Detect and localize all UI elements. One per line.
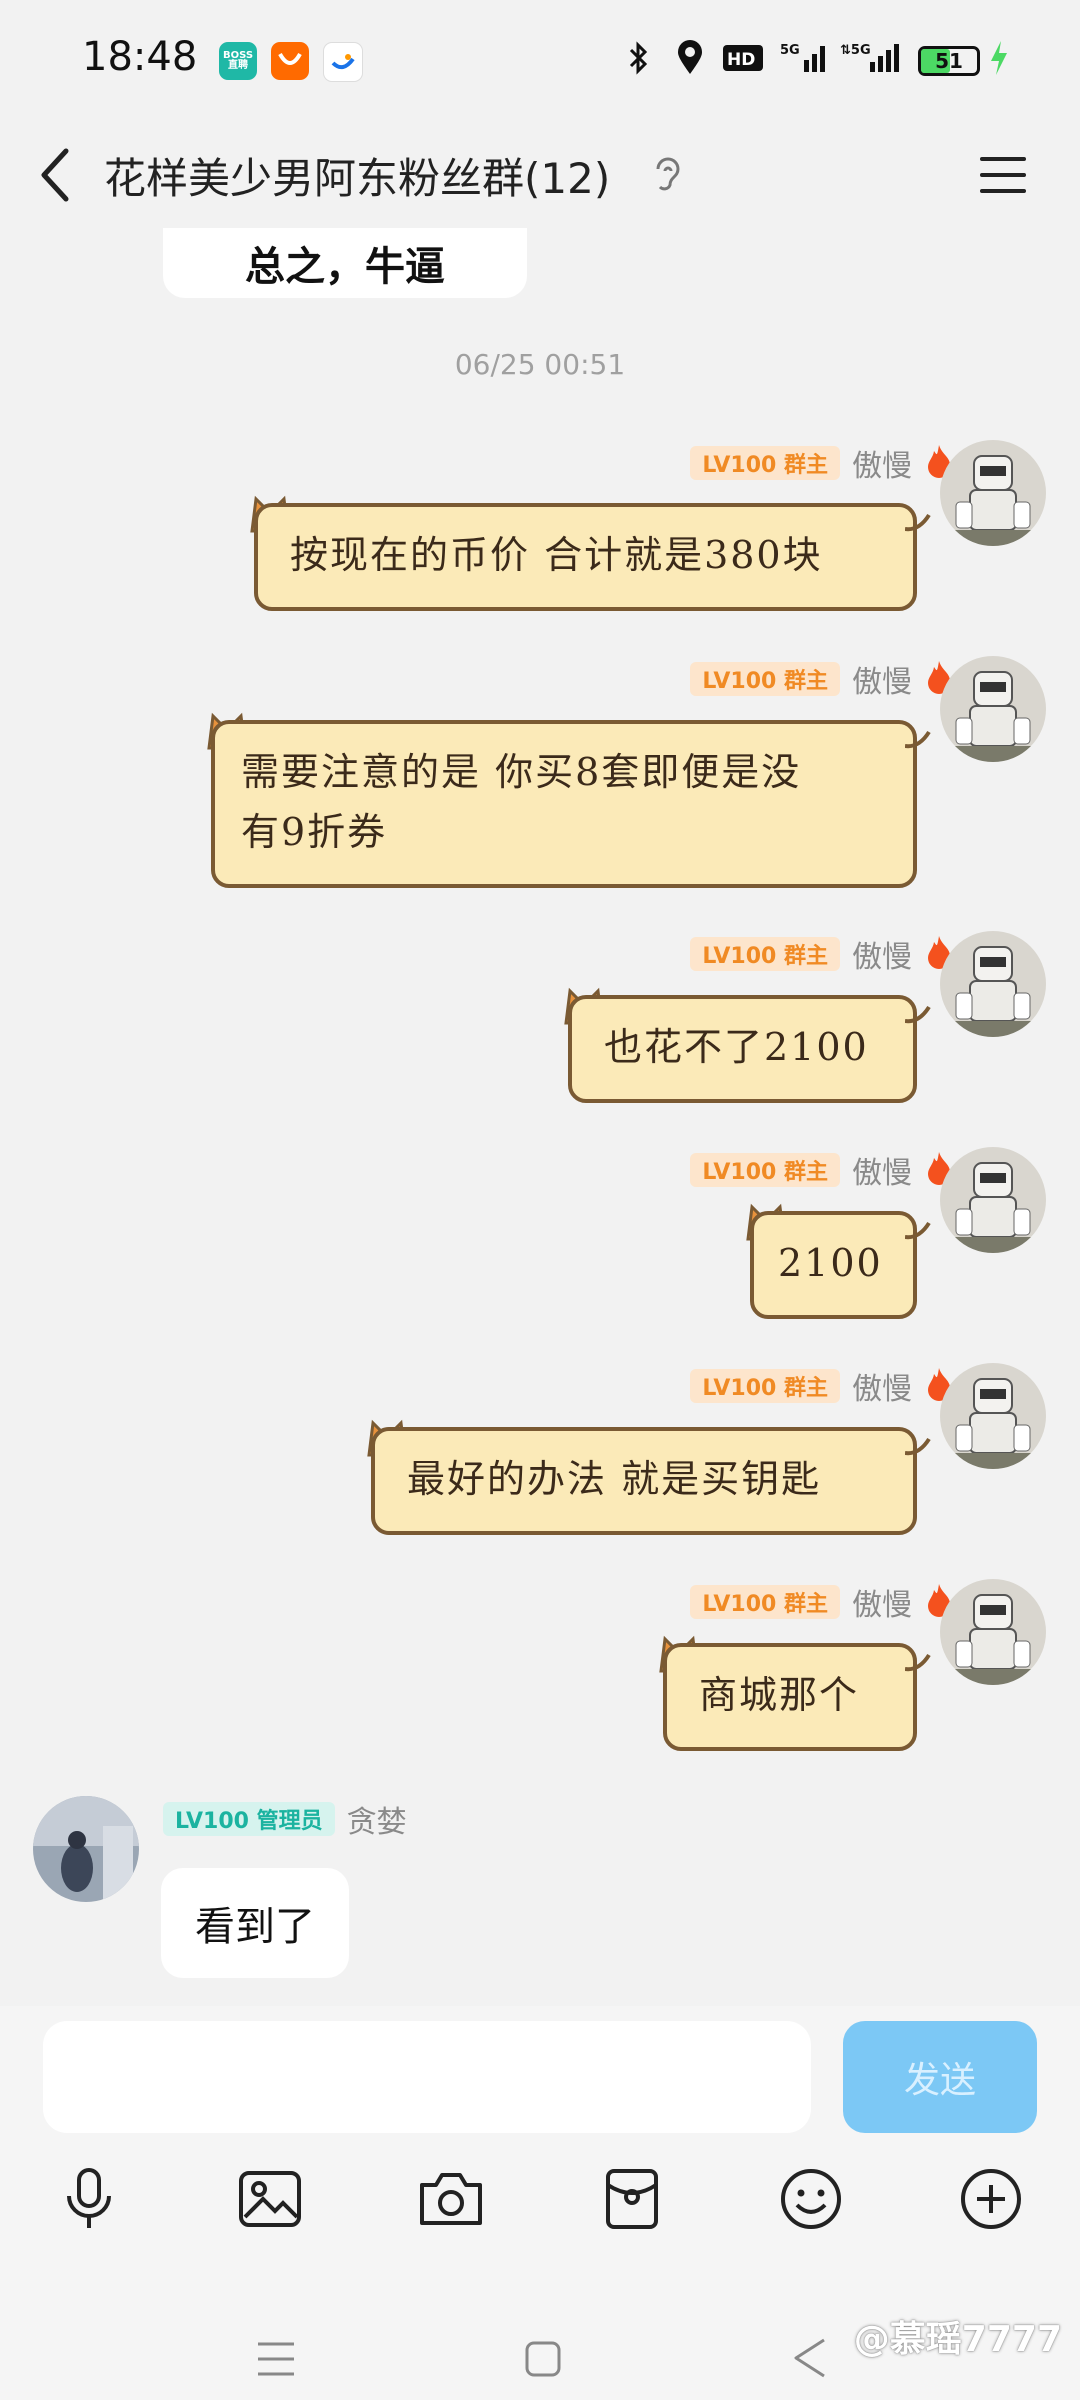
sticker-line: 也花不了2100 (604, 1025, 869, 1069)
sticker-bubble[interactable]: 也花不了2100 (564, 987, 931, 1103)
app-icon (323, 42, 363, 82)
sticker-text: 最好的办法 就是买钥匙 (371, 1427, 917, 1535)
avatar[interactable] (33, 1796, 139, 1902)
message-meta: LV100 群主 傲慢 (690, 657, 954, 701)
back-button[interactable] (30, 145, 84, 205)
plus-icon[interactable] (955, 2163, 1027, 2235)
sender-name[interactable]: 傲慢 (852, 1580, 912, 1624)
red-packet-icon[interactable] (596, 2163, 668, 2235)
signal-5g-2-icon: ⇅5G (840, 38, 900, 78)
cat-tail-decoration (904, 728, 931, 750)
sender-name[interactable]: 贪婪 (347, 1797, 407, 1841)
charging-icon (988, 38, 1010, 78)
svg-text:HD: HD (727, 50, 755, 70)
message-meta: LV100 群主 傲慢 (690, 441, 954, 485)
image-icon[interactable] (234, 2163, 306, 2235)
battery-icon: 51 (918, 46, 980, 76)
level-badge: LV100 管理员 (163, 1802, 335, 1836)
home-icon[interactable] (524, 2340, 562, 2382)
ear-mode-icon[interactable] (648, 151, 688, 201)
menu-button[interactable] (976, 151, 1030, 199)
sticker-line: 最好的办法 就是买钥匙 (407, 1457, 822, 1501)
avatar[interactable] (940, 1147, 1046, 1253)
sender-name[interactable]: 傲慢 (852, 1364, 912, 1408)
hd-icon: HD (722, 38, 764, 78)
message-bubble[interactable]: 看到了 (161, 1868, 349, 1978)
chat-title[interactable]: 花样美少男阿东粉丝群(12) (104, 145, 610, 206)
level-badge: LV100 群主 (690, 662, 840, 696)
sender-name[interactable]: 傲慢 (852, 932, 912, 976)
sticker-bubble[interactable]: 最好的办法 就是买钥匙 (367, 1419, 931, 1535)
message-meta: LV100 管理员 贪婪 (163, 1797, 419, 1841)
watermark: @慕瑶7777 (853, 2319, 1062, 2360)
sticker-line: 2100 (778, 1241, 883, 1285)
message-timestamp: 06/25 00:51 (454, 348, 626, 381)
boss-zhipin-icon: BOSS 直聘 (219, 42, 257, 80)
level-badge: LV100 群主 (690, 1153, 840, 1187)
location-icon (672, 38, 708, 78)
recent-apps-icon[interactable] (256, 2340, 296, 2382)
message-meta: LV100 群主 傲慢 (690, 932, 954, 976)
sticker-line: 商城那个 (699, 1673, 860, 1717)
bluetooth-icon (620, 38, 656, 78)
sticker-bubble[interactable]: 按现在的币价 合计就是380块 (250, 495, 931, 611)
message-meta: LV100 群主 傲慢 (690, 1364, 954, 1408)
clock: 18:48 (82, 34, 198, 80)
send-button[interactable]: 发送 (843, 2021, 1037, 2133)
sender-name[interactable]: 傲慢 (852, 657, 912, 701)
signal-5g-icon: 5G (780, 38, 830, 78)
meituan-icon (271, 42, 309, 80)
level-badge: LV100 群主 (690, 446, 840, 480)
sticker-line: 有9折券 (241, 810, 388, 854)
back-nav-icon[interactable] (790, 2336, 830, 2384)
message-meta: LV100 群主 傲慢 (690, 1580, 954, 1624)
level-badge: LV100 群主 (690, 937, 840, 971)
avatar[interactable] (940, 1579, 1046, 1685)
cat-tail-decoration (904, 1219, 931, 1241)
cat-tail-decoration (904, 1435, 931, 1457)
sticker-bubble[interactable]: 2100 (746, 1203, 931, 1319)
sticker-line: 需要注意的是 你买8套即便是没 (241, 750, 802, 794)
message-text: 看到了 (195, 1904, 315, 1950)
message-bubble[interactable]: 总之，牛逼 (163, 228, 527, 298)
avatar[interactable] (940, 931, 1046, 1037)
svg-text:⇅5G: ⇅5G (840, 43, 871, 58)
cat-tail-decoration (904, 1651, 931, 1673)
sender-name[interactable]: 傲慢 (852, 1148, 912, 1192)
sticker-text: 2100 (750, 1211, 917, 1319)
sticker-text: 需要注意的是 你买8套即便是没 有9折券 (211, 720, 917, 888)
status-bar: 18:48 BOSS 直聘 HD 5G ⇅5G 51 (0, 0, 1080, 125)
battery-percent: 51 (935, 49, 963, 73)
avatar[interactable] (940, 1363, 1046, 1469)
avatar[interactable] (940, 656, 1046, 762)
avatar[interactable] (940, 440, 1046, 546)
message-meta: LV100 群主 傲慢 (690, 1148, 954, 1192)
message-text: 总之，牛逼 (245, 244, 445, 290)
cat-tail-decoration (904, 1003, 931, 1025)
sticker-text: 按现在的币价 合计就是380块 (254, 503, 917, 611)
sticker-text: 商城那个 (663, 1643, 917, 1751)
camera-icon[interactable] (415, 2163, 487, 2235)
svg-text:5G: 5G (780, 43, 800, 58)
level-badge: LV100 群主 (690, 1585, 840, 1619)
sticker-bubble[interactable]: 商城那个 (659, 1635, 931, 1751)
level-badge: LV100 群主 (690, 1369, 840, 1403)
microphone-icon[interactable] (53, 2163, 125, 2235)
sticker-bubble[interactable]: 需要注意的是 你买8套即便是没 有9折券 (207, 712, 931, 888)
sender-name[interactable]: 傲慢 (852, 441, 912, 485)
sticker-text: 也花不了2100 (568, 995, 917, 1103)
message-input[interactable] (43, 2021, 811, 2133)
emoji-icon[interactable] (775, 2163, 847, 2235)
sticker-line: 按现在的币价 合计就是380块 (290, 533, 823, 577)
cat-tail-decoration (904, 511, 931, 533)
